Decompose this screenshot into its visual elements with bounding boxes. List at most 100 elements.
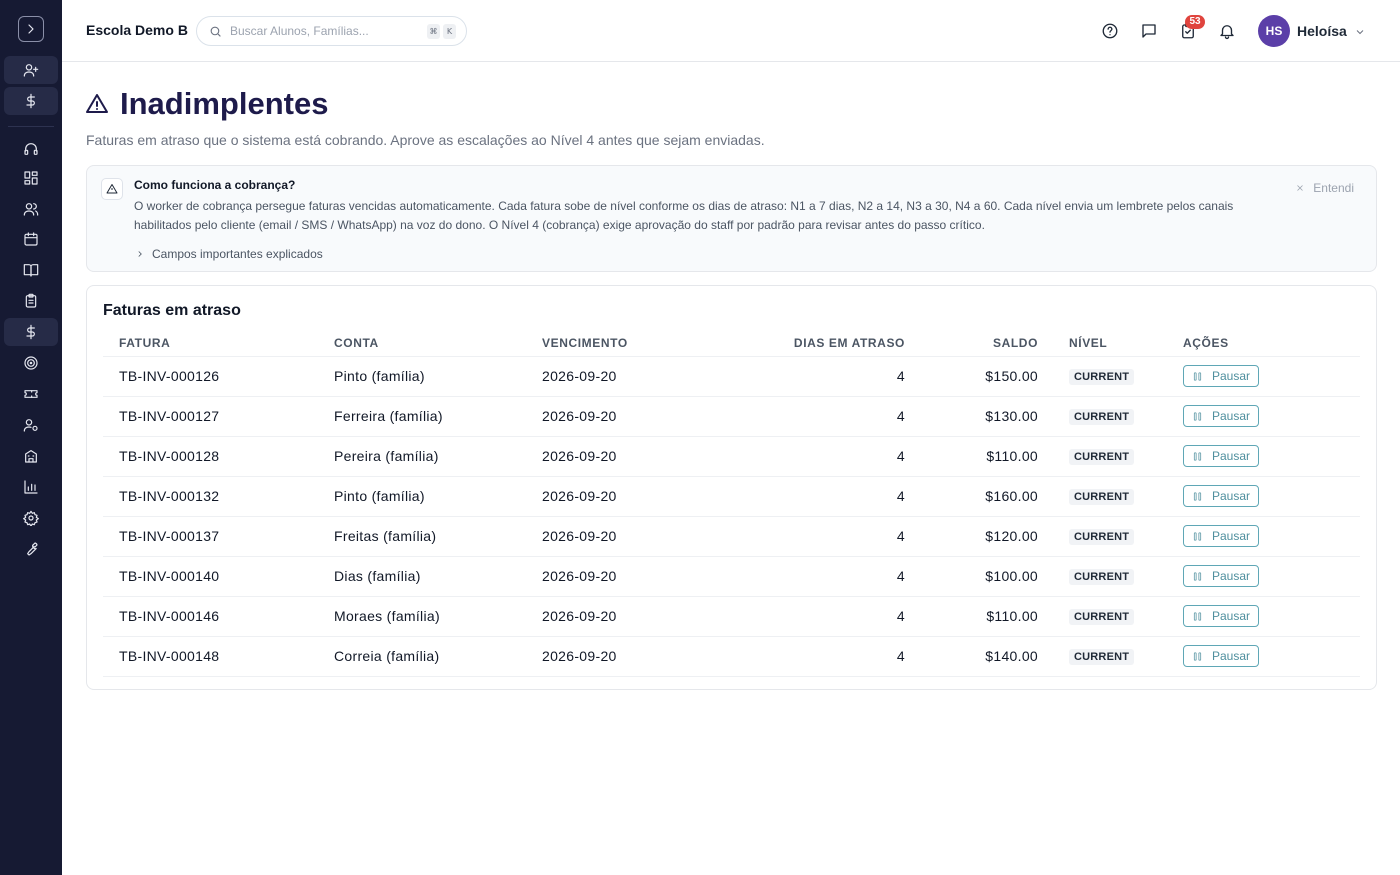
sidebar-item-staff[interactable] — [4, 411, 58, 439]
table-row[interactable]: TB-INV-000148 Correia (família) 2026-09-… — [103, 636, 1360, 677]
level-badge: CURRENT — [1069, 609, 1135, 625]
user-plus-icon — [23, 64, 39, 77]
sidebar-item-add-student[interactable] — [4, 56, 58, 84]
sidebar-item-settings[interactable] — [4, 504, 58, 532]
due-date: 2026-09-20 — [542, 596, 712, 637]
table-header-row: FATURA CONTA VENCIMENTO DIAS EM ATRASO S… — [103, 330, 1360, 357]
overdue-invoices-card: Faturas em atraso FATURA CONTA VENCIMENT… — [86, 285, 1377, 690]
balance: $160.00 — [905, 476, 1038, 517]
clipboard-icon — [25, 293, 37, 308]
sidebar-item-dashboard[interactable] — [4, 164, 58, 192]
sidebar-item-goals[interactable] — [4, 349, 58, 377]
days-overdue: 4 — [712, 596, 905, 637]
headset-icon — [24, 143, 38, 155]
column-header-invoice: FATURA — [103, 330, 334, 357]
sidebar-item-calendar[interactable] — [4, 225, 58, 253]
actions-cell: Pausar — [1183, 516, 1360, 557]
top-bar: Escola Demo B ⌘ K — [62, 0, 1400, 62]
due-date: 2026-09-20 — [542, 356, 712, 397]
user-menu-toggle[interactable] — [1354, 25, 1366, 37]
due-date: 2026-09-20 — [542, 556, 712, 597]
due-date: 2026-09-20 — [542, 636, 712, 677]
warning-icon — [85, 92, 109, 116]
account-name: Correia (família) — [334, 636, 542, 677]
sidebar-toggle-button[interactable] — [18, 16, 44, 42]
pause-icon — [1193, 491, 1202, 501]
dismiss-label: Entendi — [1313, 181, 1354, 195]
pause-label: Pausar — [1212, 449, 1251, 463]
pause-label: Pausar — [1212, 409, 1251, 423]
table-row[interactable]: TB-INV-000126 Pinto (família) 2026-09-20… — [103, 356, 1360, 397]
user-cog-icon — [23, 419, 38, 432]
pause-button[interactable]: Pausar — [1183, 485, 1259, 507]
chevron-right-icon — [28, 24, 34, 34]
sidebar-item-tasks[interactable] — [4, 287, 58, 315]
due-date: 2026-09-20 — [542, 476, 712, 517]
level-badge: CURRENT — [1069, 489, 1135, 505]
actions-cell: Pausar — [1183, 436, 1360, 477]
pause-label: Pausar — [1212, 529, 1251, 543]
level-cell: CURRENT — [1038, 396, 1183, 437]
table-row[interactable]: TB-INV-000132 Pinto (família) 2026-09-20… — [103, 476, 1360, 517]
pause-button[interactable]: Pausar — [1183, 445, 1259, 467]
global-search[interactable]: ⌘ K — [196, 16, 467, 46]
table-row[interactable]: TB-INV-000128 Pereira (família) 2026-09-… — [103, 436, 1360, 477]
building-icon — [25, 450, 37, 463]
pause-label: Pausar — [1212, 369, 1251, 383]
help-button[interactable] — [1100, 21, 1120, 41]
avatar[interactable]: HS — [1258, 15, 1290, 47]
table-row[interactable]: TB-INV-000137 Freitas (família) 2026-09-… — [103, 516, 1360, 557]
table-row[interactable]: TB-INV-000146 Moraes (família) 2026-09-2… — [103, 596, 1360, 637]
notifications-button[interactable] — [1217, 21, 1237, 41]
level-cell: CURRENT — [1038, 556, 1183, 597]
pause-button[interactable]: Pausar — [1183, 565, 1259, 587]
sidebar — [0, 0, 62, 875]
pause-button[interactable]: Pausar — [1183, 605, 1259, 627]
days-overdue: 4 — [712, 556, 905, 597]
help-circle-icon — [1102, 23, 1118, 39]
user-name[interactable]: Heloísa — [1297, 23, 1347, 39]
pause-button[interactable]: Pausar — [1183, 405, 1259, 427]
users-icon — [23, 203, 39, 216]
invoice-number: TB-INV-000146 — [103, 596, 334, 637]
level-badge: CURRENT — [1069, 529, 1135, 545]
shortcut-key-k: K — [443, 24, 456, 39]
sidebar-divider — [8, 126, 54, 127]
sidebar-item-support[interactable] — [4, 135, 58, 163]
wrench-icon — [27, 542, 38, 556]
chevron-right-icon — [138, 251, 142, 257]
invoice-number: TB-INV-000137 — [103, 516, 334, 557]
pause-label: Pausar — [1212, 489, 1251, 503]
actions-cell: Pausar — [1183, 476, 1360, 517]
days-overdue: 4 — [712, 516, 905, 557]
due-date: 2026-09-20 — [542, 436, 712, 477]
dismiss-button[interactable]: Entendi — [1295, 181, 1354, 195]
messages-button[interactable] — [1139, 21, 1159, 41]
sidebar-item-billing-quick[interactable] — [4, 87, 58, 115]
pause-icon — [1193, 651, 1202, 661]
sidebar-item-tools[interactable] — [4, 535, 58, 563]
pause-button[interactable]: Pausar — [1183, 645, 1259, 667]
fields-explained-label: Campos importantes explicados — [152, 247, 323, 261]
sidebar-item-reports[interactable] — [4, 473, 58, 501]
actions-cell: Pausar — [1183, 596, 1360, 637]
dollar-icon — [26, 93, 35, 109]
dollar-icon — [26, 324, 35, 340]
sidebar-item-people[interactable] — [4, 195, 58, 223]
chevron-down-icon — [1356, 30, 1364, 35]
sidebar-item-finance[interactable] — [4, 318, 58, 346]
sidebar-item-courses[interactable] — [4, 256, 58, 284]
fields-explained-toggle[interactable]: Campos importantes explicados — [135, 247, 323, 261]
search-input[interactable] — [230, 24, 410, 38]
table-row[interactable]: TB-INV-000140 Dias (família) 2026-09-20 … — [103, 556, 1360, 597]
table-row[interactable]: TB-INV-000127 Ferreira (família) 2026-09… — [103, 396, 1360, 437]
pause-button[interactable]: Pausar — [1183, 365, 1259, 387]
pause-button[interactable]: Pausar — [1183, 525, 1259, 547]
level-badge: CURRENT — [1069, 649, 1135, 665]
account-name: Pinto (família) — [334, 476, 542, 517]
actions-cell: Pausar — [1183, 356, 1360, 397]
card-title: Faturas em atraso — [103, 302, 241, 319]
overdue-invoices-table: FATURA CONTA VENCIMENTO DIAS EM ATRASO S… — [103, 330, 1360, 677]
sidebar-item-school[interactable] — [4, 442, 58, 470]
sidebar-item-tickets[interactable] — [4, 380, 58, 408]
